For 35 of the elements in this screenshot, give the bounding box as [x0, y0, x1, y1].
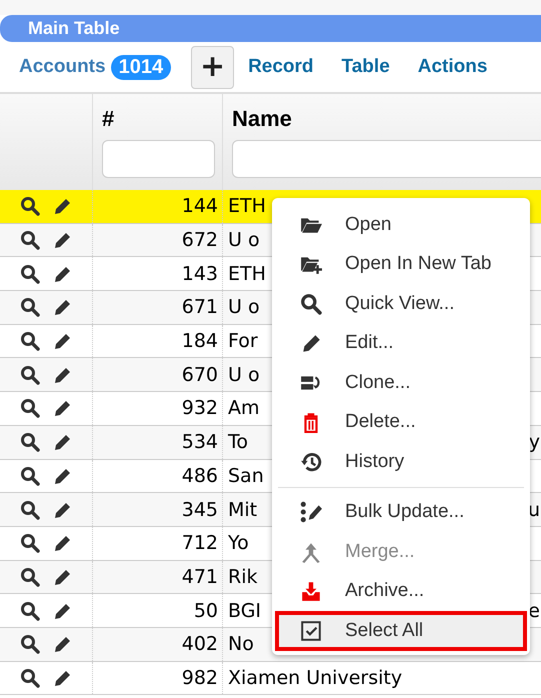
table-cell: 471 [182, 566, 218, 588]
table-cell: Xiamen University [228, 666, 402, 689]
table-cell: U o [228, 229, 260, 252]
count-badge: 1014 [110, 54, 172, 80]
table-cell: 486 [182, 464, 218, 487]
table-cell: Mit [228, 498, 258, 521]
table-cell: Rik [228, 566, 258, 588]
table-cell: Am [228, 397, 260, 420]
table-cell: For [228, 330, 258, 352]
table-cell: 670 [182, 364, 218, 386]
table-cell: U o [228, 296, 260, 318]
table-cell: 982 [182, 666, 218, 689]
panel-title: Main Table [0, 15, 541, 42]
table-cell: ETH [228, 195, 266, 218]
table-cell: U o [228, 364, 260, 386]
table-cell: 50 [194, 600, 218, 622]
table-cell: 184 [182, 330, 218, 352]
table-cell: To [228, 431, 248, 454]
table-cell: 712 [182, 532, 218, 554]
table-cell: 402 [182, 633, 218, 656]
table-cell: 932 [182, 397, 218, 420]
table-cell: No [228, 633, 254, 656]
table-cell: BGI [228, 600, 262, 622]
table-cell: 671 [182, 296, 218, 318]
table-cell: 143 [182, 262, 218, 285]
table-cell: ETH [228, 262, 266, 285]
table-cell: e [528, 600, 540, 622]
table-cell: 672 [182, 229, 218, 252]
table-cell: San [228, 464, 264, 487]
table-cell: 144 [182, 195, 218, 218]
table-cell: Yo [228, 532, 249, 554]
table-cell: 345 [182, 498, 218, 521]
entity-label: Accounts [19, 56, 106, 78]
table-cell: y [528, 431, 540, 454]
table-cell: 534 [182, 431, 218, 454]
